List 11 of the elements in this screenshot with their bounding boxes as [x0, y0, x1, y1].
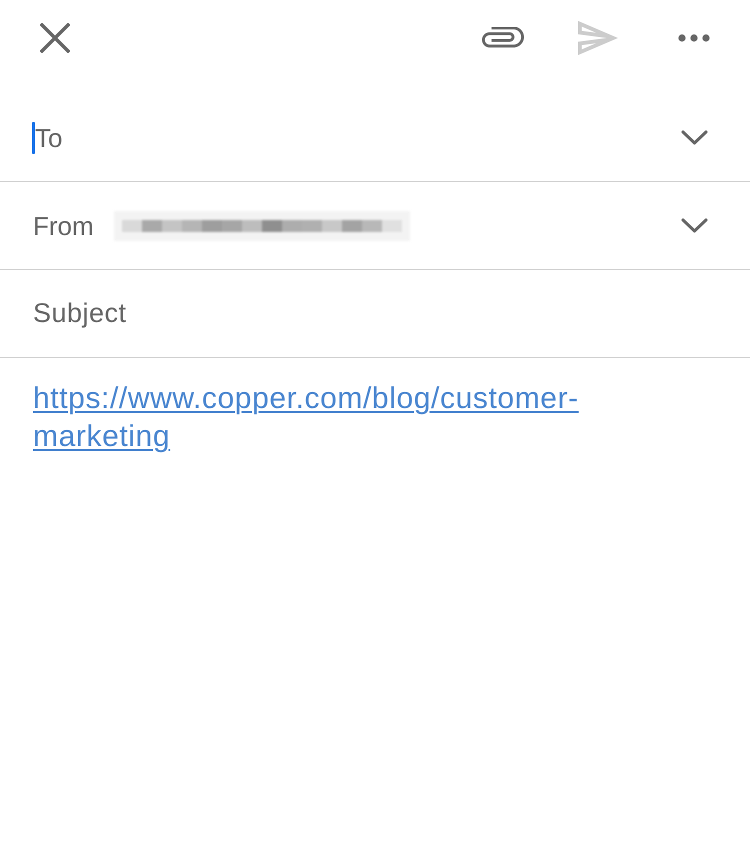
send-icon [578, 20, 618, 56]
close-icon [40, 23, 70, 53]
from-label: From [33, 212, 94, 238]
chevron-down-icon [681, 218, 708, 233]
chevron-down-icon [681, 130, 708, 145]
paperclip-icon [482, 27, 524, 49]
body-link[interactable]: https://www.copper.com/blog/customer-marketing [33, 380, 640, 456]
subject-field[interactable]: Subject [33, 294, 708, 334]
to-field[interactable]: To [32, 118, 675, 158]
more-dots-icon [678, 34, 710, 42]
to-placeholder: To [35, 124, 62, 150]
